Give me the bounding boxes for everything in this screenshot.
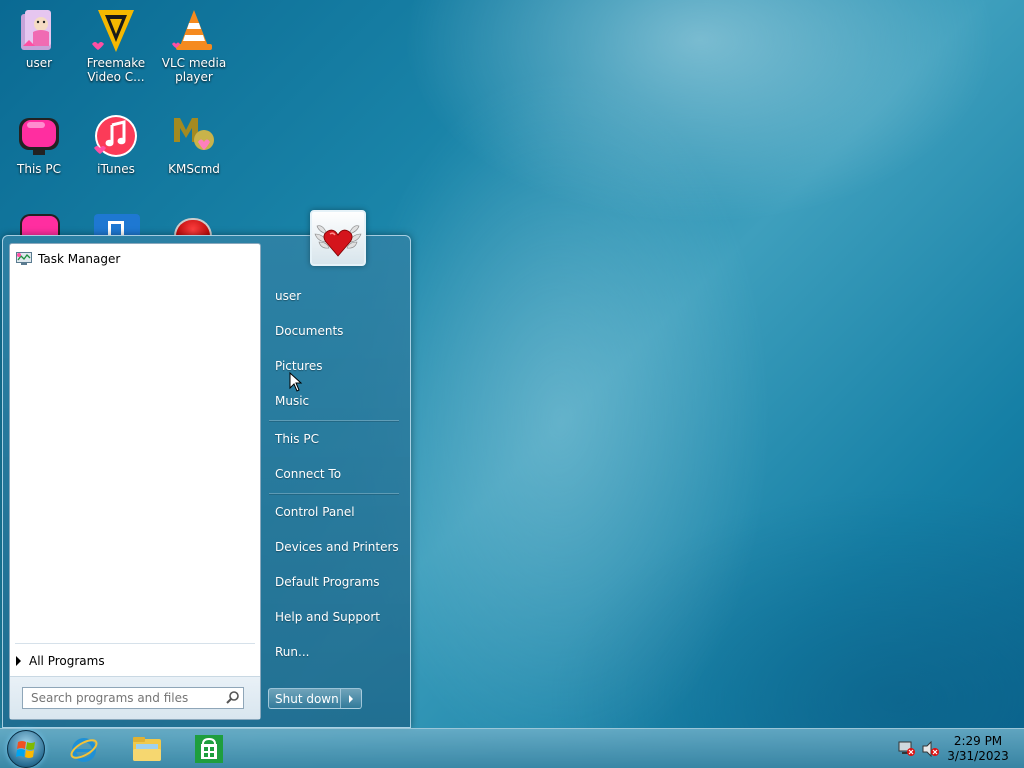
desktop-icon-label: user <box>25 56 53 70</box>
shutdown-button[interactable]: Shut down <box>269 689 341 708</box>
shutdown-options-button[interactable] <box>341 689 361 708</box>
itunes-icon <box>92 112 140 160</box>
start-link-connect-to[interactable]: Connect To <box>269 459 401 489</box>
desktop-icon-itunes[interactable]: iTunes <box>78 108 154 204</box>
taskbar-clock[interactable]: 2:29 PM 3/31/2023 <box>946 734 1010 764</box>
start-link-label: This PC <box>275 432 319 446</box>
start-link-label: Music <box>275 394 310 408</box>
start-item-task-manager[interactable]: Task Manager <box>13 247 257 271</box>
clock-time: 2:29 PM <box>953 734 1003 748</box>
start-links-separator <box>269 493 399 494</box>
start-link-user[interactable]: user <box>269 281 401 311</box>
store-icon <box>195 735 223 763</box>
start-link-label: Documents <box>275 324 344 338</box>
start-link-this-pc[interactable]: This PC <box>269 424 401 454</box>
mouse-pointer-icon <box>289 372 303 392</box>
desktop-icon-partial-1[interactable] <box>20 214 60 236</box>
desktop-icon-vlc[interactable]: VLC media player <box>156 2 232 98</box>
start-menu: Task Manager All Programs user Docu <box>2 210 411 728</box>
start-link-label: user <box>275 289 302 303</box>
start-menu-programs-pane: Task Manager All Programs <box>9 243 261 720</box>
start-link-default-programs[interactable]: Default Programs <box>269 567 401 597</box>
desktop-icon-label: This PC <box>17 162 61 176</box>
taskbar: 2:29 PM 3/31/2023 <box>0 728 1024 768</box>
start-link-control-panel[interactable]: Control Panel <box>269 497 401 527</box>
start-link-documents[interactable]: Documents <box>269 316 401 346</box>
winged-heart-icon <box>314 225 362 257</box>
document-glyph-icon <box>108 221 124 236</box>
start-item-label: Task Manager <box>38 252 121 266</box>
start-link-devices-printers[interactable]: Devices and Printers <box>269 532 401 562</box>
taskbar-store[interactable] <box>192 732 226 766</box>
start-button[interactable] <box>7 730 45 768</box>
windows-logo-icon <box>16 741 35 758</box>
shutdown-button-group: Shut down <box>268 688 362 709</box>
desktop-icon-kmscmd[interactable]: KMScmd <box>156 108 232 204</box>
taskbar-internet-explorer[interactable] <box>67 732 101 766</box>
desktop-icon-this-pc[interactable]: This PC <box>1 108 77 204</box>
desktop-icon-label: KMScmd <box>168 162 220 176</box>
desktop-icon-user[interactable]: user <box>1 2 77 98</box>
start-link-label: Connect To <box>275 467 342 481</box>
search-icon[interactable] <box>223 688 243 708</box>
pink-monitor-icon <box>15 112 63 160</box>
start-link-label: Devices and Printers <box>275 540 399 554</box>
network-disconnected-icon[interactable] <box>898 741 916 757</box>
programs-divider <box>15 643 255 644</box>
internet-explorer-icon <box>70 738 98 762</box>
file-explorer-icon <box>133 737 161 761</box>
arrow-right-icon <box>16 656 21 666</box>
start-link-label: Help and Support <box>275 610 380 624</box>
start-link-help-support[interactable]: Help and Support <box>269 602 401 632</box>
all-programs-button[interactable]: All Programs <box>16 649 256 673</box>
start-link-run[interactable]: Run... <box>269 637 401 667</box>
task-manager-icon <box>16 252 32 266</box>
desktop-icon-label: iTunes <box>97 162 135 176</box>
desktop-icon-partial-3[interactable] <box>174 218 212 236</box>
user-folder-icon <box>15 6 63 54</box>
taskbar-file-explorer[interactable] <box>130 732 164 766</box>
volume-muted-icon[interactable] <box>922 741 940 757</box>
desktop-icon-label: VLC media player <box>161 56 227 84</box>
start-links-separator <box>269 420 399 421</box>
user-picture[interactable] <box>310 210 366 266</box>
freemake-video-converter-icon <box>92 6 140 54</box>
all-programs-label: All Programs <box>29 654 105 668</box>
arrow-right-icon <box>349 694 353 703</box>
start-link-label: Control Panel <box>275 505 355 519</box>
clock-date: 3/31/2023 <box>947 749 1009 763</box>
shutdown-label: Shut down <box>275 691 339 706</box>
search-programs-box[interactable] <box>22 687 244 709</box>
start-link-label: Pictures <box>275 359 323 373</box>
start-link-label: Run... <box>275 645 310 659</box>
desktop-icon-partial-2[interactable] <box>94 214 140 236</box>
desktop-icon-freemake[interactable]: Freemake Video C... <box>78 2 154 98</box>
vlc-cone-icon <box>170 6 218 54</box>
search-input[interactable] <box>31 691 223 705</box>
start-link-label: Default Programs <box>275 575 380 589</box>
kmscmd-icon <box>170 112 218 160</box>
desktop-icon-label: Freemake Video C... <box>86 56 146 84</box>
